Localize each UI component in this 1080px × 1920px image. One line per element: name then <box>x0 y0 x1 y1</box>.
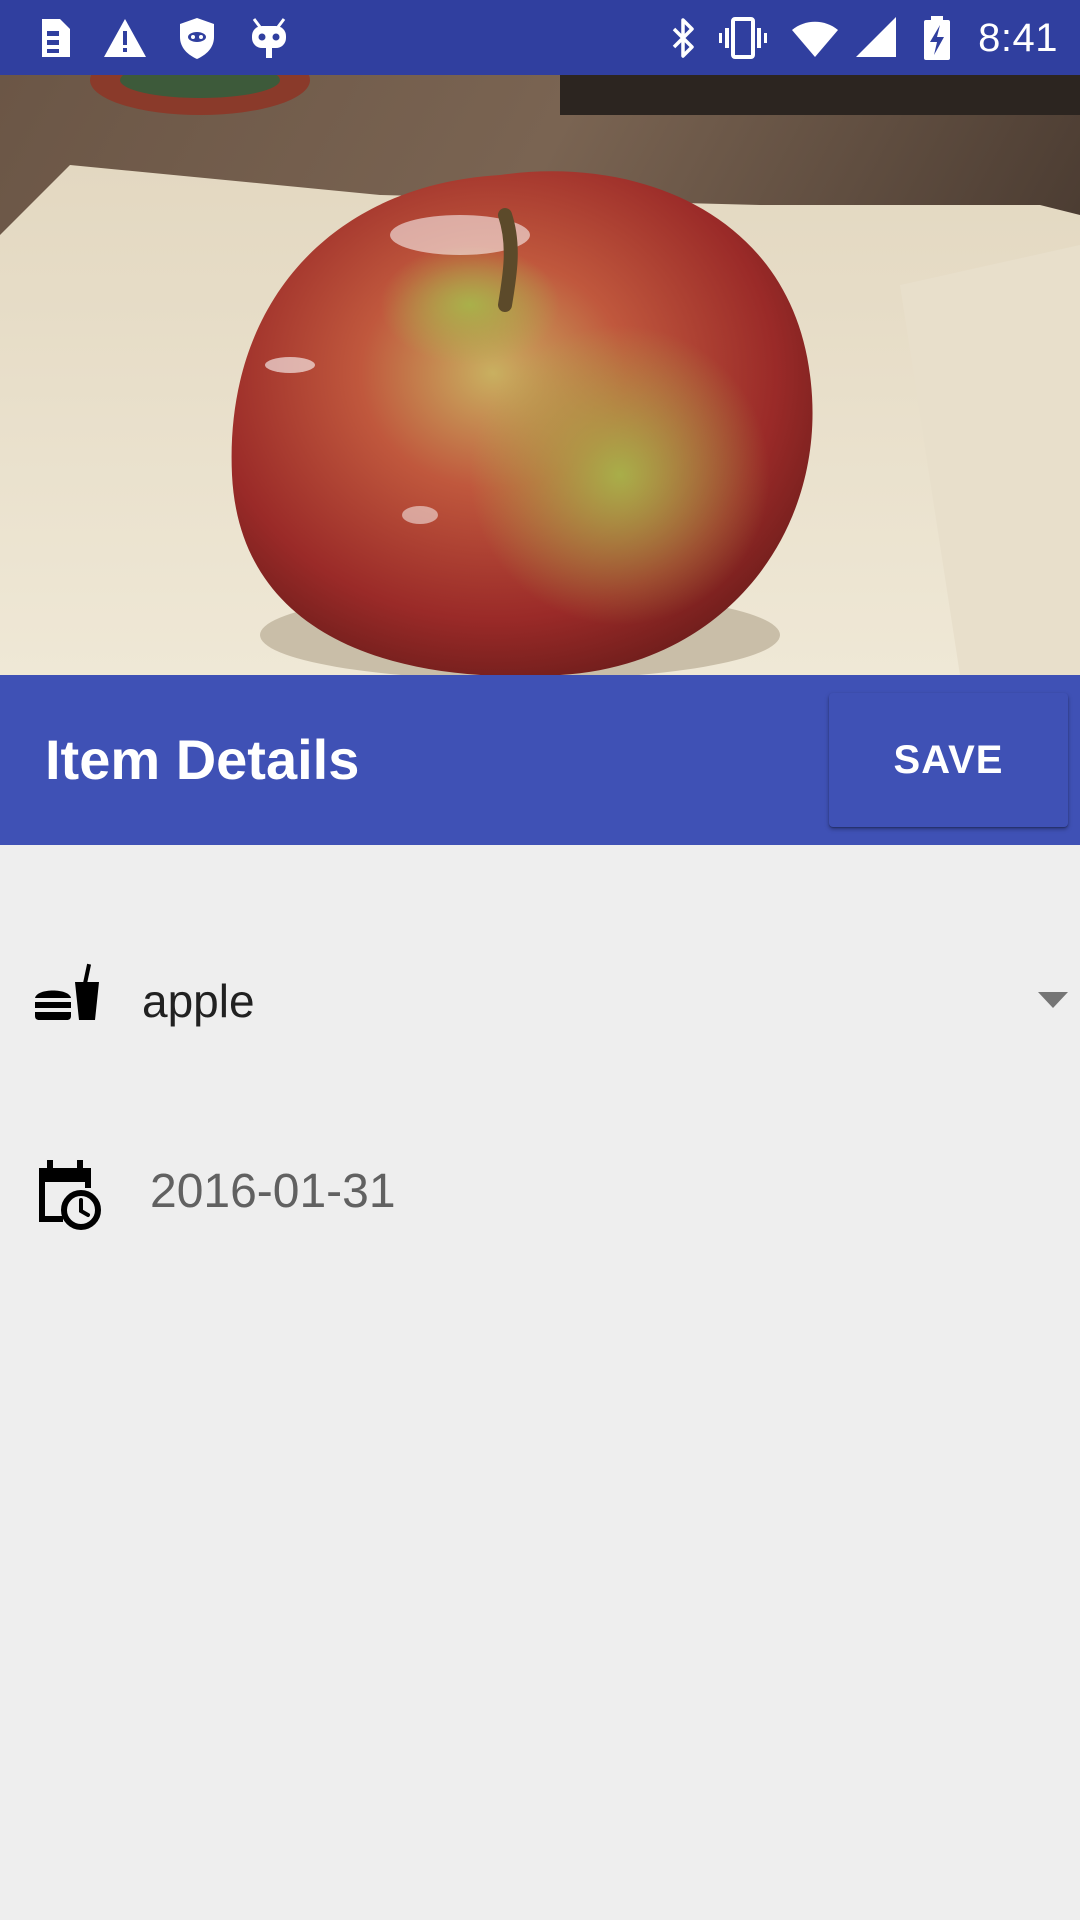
vibrate-icon <box>719 17 767 59</box>
item-row: apple <box>0 942 1080 1062</box>
date-field[interactable]: 2016-01-31 <box>150 1132 1070 1252</box>
warning-icon <box>104 19 146 57</box>
item-name-dropdown[interactable]: apple <box>140 942 1070 1062</box>
android-debug-icon <box>252 18 286 58</box>
status-bar: 8:41 <box>0 0 1080 75</box>
apple-photo-image <box>0 75 1080 675</box>
item-name-value: apple <box>142 975 255 1027</box>
clock: 8:41 <box>978 16 1058 60</box>
fastfood-icon <box>35 963 99 1020</box>
calendar-clock-icon <box>39 1160 101 1230</box>
sim-card-icon <box>42 19 70 57</box>
date-row: 2016-01-31 <box>0 1132 1080 1252</box>
wifi-icon <box>792 21 838 57</box>
item-photo[interactable] <box>0 75 1080 675</box>
shield-icon <box>180 18 214 59</box>
battery-charging-icon <box>924 16 950 60</box>
save-button[interactable]: SAVE <box>829 693 1068 827</box>
chevron-down-icon <box>1038 992 1068 1008</box>
signal-icon <box>856 17 896 57</box>
bluetooth-icon <box>672 18 694 58</box>
page-title: Item Details <box>45 728 360 791</box>
date-value: 2016-01-31 <box>150 1165 396 1218</box>
app-bar: Item Details SAVE <box>0 675 1080 845</box>
